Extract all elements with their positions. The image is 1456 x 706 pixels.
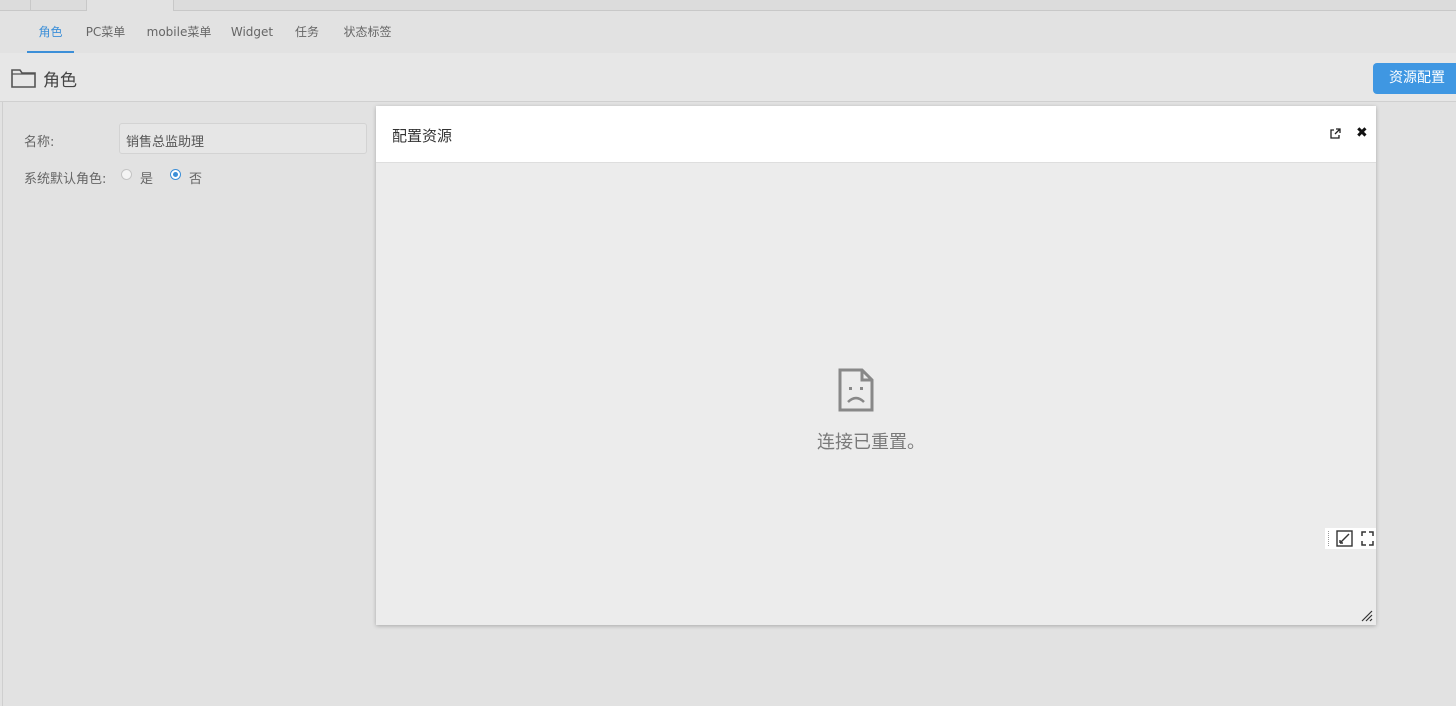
- dialog-title: 配置资源: [392, 127, 453, 145]
- tab-widget[interactable]: Widget: [230, 11, 274, 53]
- dialog-header: 配置资源 ✖: [376, 106, 1376, 163]
- top-tab-strip: [0, 0, 1456, 11]
- top-tab-active[interactable]: [86, 0, 174, 11]
- tab-role[interactable]: 角色: [27, 11, 74, 53]
- tab-mobile-menu[interactable]: mobile菜单: [146, 11, 212, 53]
- tab-task[interactable]: 任务: [293, 11, 321, 53]
- title-bar: 角色 资源配置: [0, 53, 1456, 102]
- radio-yes-label: 是: [140, 172, 154, 187]
- page-title: 角色: [43, 71, 77, 91]
- name-field[interactable]: 销售总监助理: [119, 123, 367, 154]
- tab-divider: [30, 0, 31, 10]
- edit-icon[interactable]: [1336, 530, 1353, 547]
- config-resource-dialog: 配置资源 ✖ 连接已重置。: [376, 106, 1376, 625]
- resource-config-button[interactable]: 资源配置: [1373, 63, 1456, 94]
- resize-grip-icon[interactable]: [1361, 610, 1373, 622]
- sad-page-icon: [838, 368, 874, 412]
- drag-handle[interactable]: [1328, 531, 1331, 546]
- folder-icon: [11, 69, 36, 88]
- subtab-bar: 角色 PC菜单 mobile菜单 Widget 任务 状态标签: [0, 11, 1456, 53]
- error-message: 连接已重置。: [817, 432, 925, 453]
- fullscreen-icon[interactable]: [1361, 531, 1374, 546]
- tab-pc-menu[interactable]: PC菜单: [84, 11, 127, 53]
- default-role-label: 系统默认角色:: [24, 172, 107, 187]
- popout-icon[interactable]: [1330, 128, 1341, 139]
- radio-no[interactable]: [170, 169, 181, 180]
- tab-status-tag[interactable]: 状态标签: [341, 11, 394, 53]
- radio-yes[interactable]: [121, 169, 132, 180]
- close-icon[interactable]: ✖: [1356, 126, 1368, 140]
- radio-no-label: 否: [189, 172, 203, 187]
- name-label: 名称:: [24, 135, 55, 150]
- mini-toolbar: [1325, 528, 1376, 549]
